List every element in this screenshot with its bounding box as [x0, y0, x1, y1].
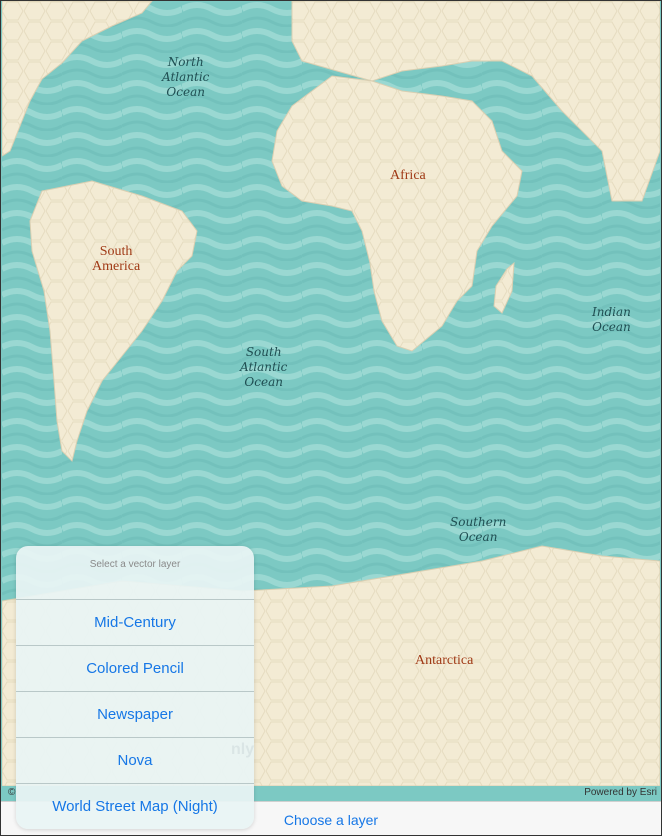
layer-picker-sheet: Select a vector layer Mid-Century Colore… — [16, 546, 254, 829]
layer-option-nova[interactable]: Nova — [16, 738, 254, 784]
layer-option-colored-pencil[interactable]: Colored Pencil — [16, 646, 254, 692]
south-atlantic-label: South Atlantic Ocean — [240, 345, 288, 389]
north-atlantic-label: North Atlantic Ocean — [162, 55, 210, 99]
layer-option-mid-century[interactable]: Mid-Century — [16, 600, 254, 646]
layer-option-newspaper[interactable]: Newspaper — [16, 692, 254, 738]
antarctica-label: Antarctica — [415, 653, 474, 668]
attribution-left: © — [8, 787, 16, 798]
southern-ocean-label: Southern Ocean — [450, 515, 507, 544]
sheet-title: Select a vector layer — [16, 546, 254, 600]
indian-ocean-label: Indian Ocean — [592, 305, 631, 334]
africa-label: Africa — [390, 168, 426, 183]
esri-attribution[interactable]: Powered by Esri — [584, 787, 657, 798]
app-frame: North Atlantic Ocean South Atlantic Ocea… — [0, 0, 662, 836]
layer-option-world-street-map-night[interactable]: World Street Map (Night) — [16, 784, 254, 829]
south-america-label: South America — [92, 244, 141, 274]
